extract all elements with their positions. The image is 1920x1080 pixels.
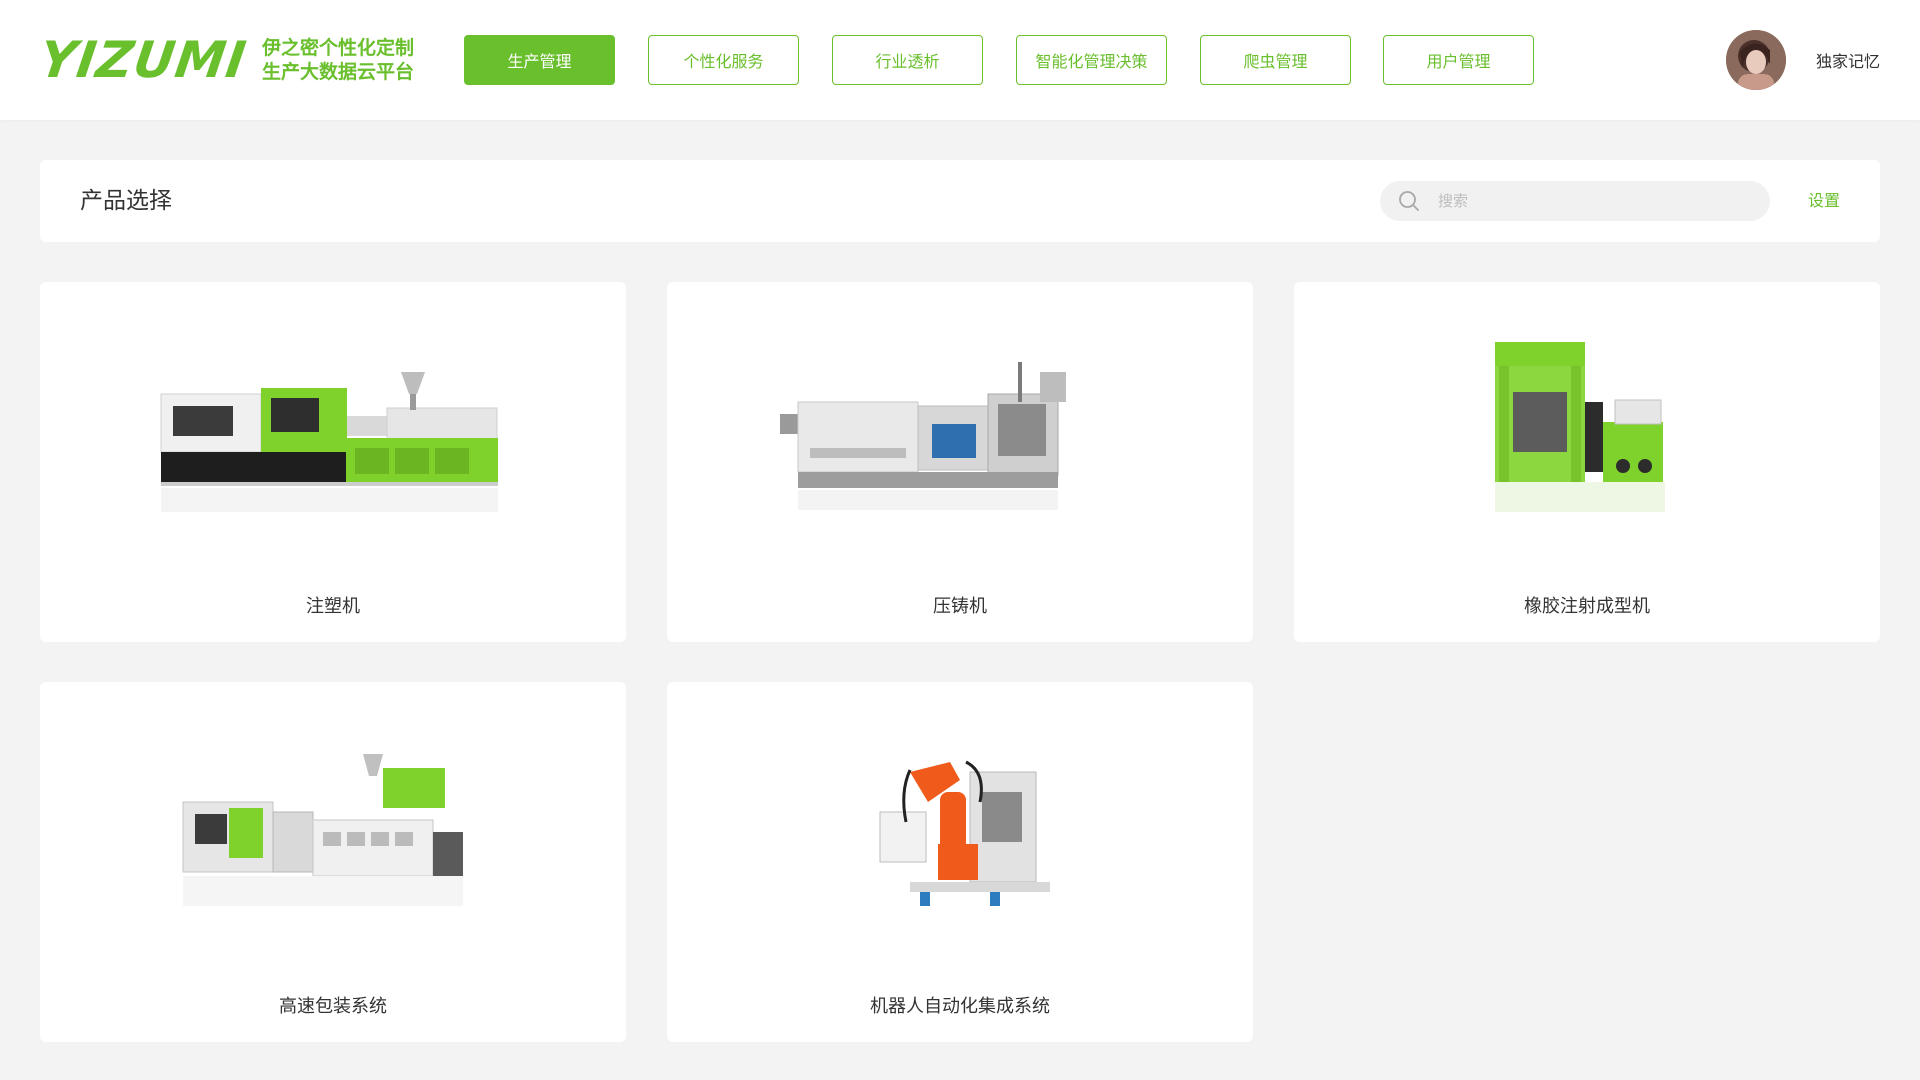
- nav-personalized-service[interactable]: 个性化服务: [648, 35, 799, 85]
- search-input[interactable]: [1436, 191, 1736, 211]
- product-label: 压铸机: [933, 596, 987, 617]
- nav-intelligent-decision[interactable]: 智能化管理决策: [1016, 35, 1167, 85]
- product-label: 高速包装系统: [279, 996, 387, 1017]
- user-name[interactable]: 独家记忆: [1816, 48, 1880, 72]
- rubber-injection-molding-machine-icon: [1495, 342, 1665, 512]
- nav-production-management[interactable]: 生产管理: [464, 35, 615, 85]
- product-selection-bar: 产品选择 设置: [40, 160, 1880, 242]
- user-menu[interactable]: 独家记忆: [1725, 30, 1880, 90]
- search-icon[interactable]: [1398, 190, 1420, 212]
- brand-logo[interactable]: YIZUMI 伊之密个性化定制 生产大数据云平台: [36, 30, 414, 90]
- search-box[interactable]: [1380, 181, 1770, 221]
- avatar[interactable]: [1725, 30, 1786, 90]
- logo-tagline-line1: 伊之密个性化定制: [262, 37, 415, 59]
- product-card-rubber-injection[interactable]: 橡胶注射成型机: [1294, 282, 1880, 642]
- nav-crawler-management[interactable]: 爬虫管理: [1200, 35, 1351, 85]
- high-speed-packaging-system-icon: [182, 754, 463, 906]
- logo-tagline: 伊之密个性化定制 生产大数据云平台: [262, 36, 414, 84]
- logo-tagline-line2: 生产大数据云平台: [262, 61, 415, 83]
- robot-automation-system-icon: [879, 760, 1050, 906]
- product-card-packaging-system[interactable]: 高速包装系统: [40, 682, 626, 1042]
- page-title: 产品选择: [80, 188, 172, 214]
- product-label: 注塑机: [306, 596, 360, 617]
- nav-industry-analysis[interactable]: 行业透析: [832, 35, 983, 85]
- nav-user-management[interactable]: 用户管理: [1383, 35, 1534, 85]
- product-label: 机器人自动化集成系统: [870, 996, 1050, 1017]
- main-nav: 生产管理 个性化服务 行业透析 智能化管理决策 爬虫管理 用户管理: [464, 35, 1567, 85]
- avatar-illustration: [1725, 30, 1786, 90]
- injection-molding-machine-icon: [160, 372, 498, 512]
- settings-link[interactable]: 设置: [1808, 160, 1840, 242]
- logo-wordmark: YIZUMI: [35, 31, 251, 89]
- product-card-die-casting[interactable]: 压铸机: [667, 282, 1253, 642]
- die-casting-machine-icon: [780, 362, 1066, 510]
- top-header: YIZUMI 伊之密个性化定制 生产大数据云平台 生产管理 个性化服务 行业透析…: [0, 0, 1920, 120]
- product-card-injection-molding[interactable]: 注塑机: [40, 282, 626, 642]
- product-label: 橡胶注射成型机: [1524, 596, 1650, 617]
- product-card-robot-automation[interactable]: 机器人自动化集成系统: [667, 682, 1253, 1042]
